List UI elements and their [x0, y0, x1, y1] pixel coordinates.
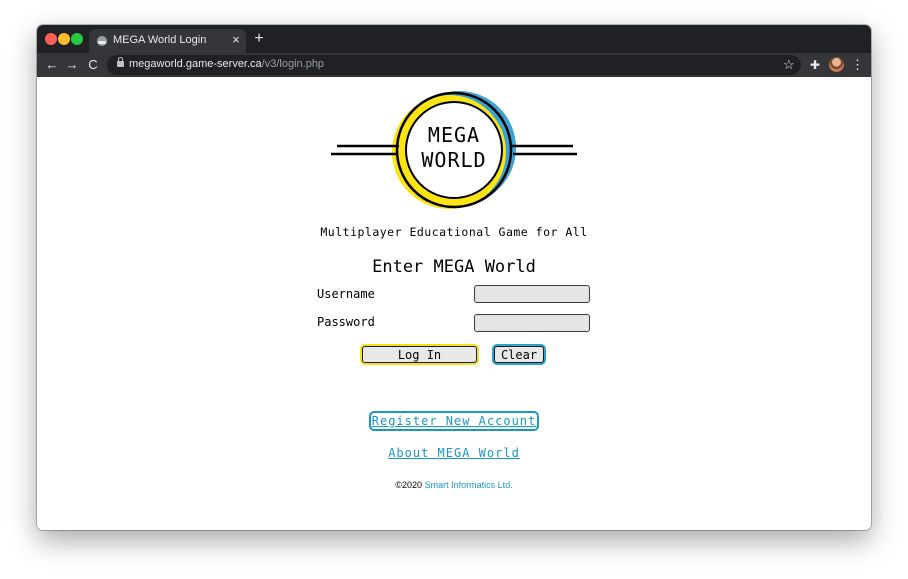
logo-text-mega: MEGA [428, 123, 480, 147]
tab-title: MEGA World Login [113, 34, 207, 46]
url-path: /v3/login.php [261, 58, 325, 70]
mega-world-logo: MEGA WORLD [331, 91, 577, 209]
register-new-account-link[interactable]: Register New Account [368, 411, 540, 431]
password-label: Password [317, 315, 375, 329]
address-url[interactable]: megaworld.game-server.ca/v3/login.php [129, 58, 324, 70]
back-arrow-icon[interactable]: ← [44, 56, 60, 74]
new-tab-icon[interactable]: + [251, 30, 267, 48]
register-link-row: Register New Account [37, 411, 871, 431]
login-button[interactable]: Log In [362, 346, 477, 363]
tab-close-icon[interactable]: × [229, 32, 243, 48]
address-bar[interactable]: megaworld.game-server.ca/v3/login.php ☆ [107, 55, 801, 75]
window-minimize-button[interactable] [58, 33, 70, 45]
forward-arrow-icon[interactable]: → [64, 56, 80, 74]
profile-avatar[interactable] [829, 57, 844, 72]
clear-button[interactable]: Clear [494, 346, 544, 363]
password-input[interactable] [474, 314, 590, 332]
username-label: Username [317, 287, 375, 301]
browser-toolbar: ← → C megaworld.game-server.ca/v3/login.… [37, 53, 871, 77]
page-content: MEGA WORLD Multiplayer Educational Game … [37, 77, 871, 530]
browser-menu-icon[interactable]: ⋮ [851, 56, 864, 74]
tagline: Multiplayer Educational Game for All [320, 225, 588, 239]
footer: ©2020 Smart Informatics Ltd. [37, 480, 871, 490]
footer-company-link[interactable]: Smart Informatics Ltd. [425, 480, 513, 490]
about-mega-world-link[interactable]: About MEGA World [388, 446, 520, 460]
browser-window: MEGA World Login × + ← → C megaworld.gam… [37, 25, 871, 530]
tab-strip: MEGA World Login × + [37, 25, 871, 53]
username-input[interactable] [474, 285, 590, 303]
favicon-icon [97, 36, 107, 46]
window-maximize-button[interactable] [71, 33, 83, 45]
url-host: megaworld.game-server.ca [129, 58, 262, 70]
tab-mega-world-login[interactable]: MEGA World Login × [89, 29, 246, 53]
login-form-title: Enter MEGA World [372, 257, 536, 277]
window-close-button[interactable] [45, 33, 57, 45]
bookmark-star-icon[interactable]: ☆ [783, 56, 795, 74]
logo-text-world: WORLD [421, 148, 486, 172]
extensions-puzzle-icon[interactable]: ✚ [810, 56, 820, 74]
reload-icon[interactable]: C [85, 56, 101, 74]
about-link-row: About MEGA World [37, 446, 871, 460]
lock-icon[interactable] [117, 57, 124, 67]
footer-copyright: ©2020 [395, 480, 423, 490]
